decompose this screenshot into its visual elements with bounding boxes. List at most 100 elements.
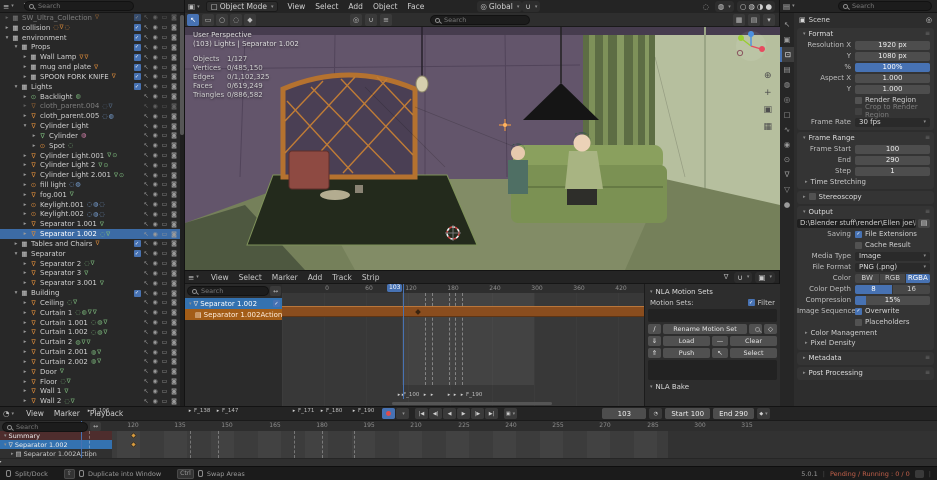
- disclosure-icon[interactable]: ▸: [21, 339, 29, 345]
- disclosure-icon[interactable]: ▸: [21, 261, 29, 267]
- disclosure-icon[interactable]: ▸: [21, 182, 29, 188]
- frame-start-field[interactable]: Start 100: [665, 408, 710, 419]
- pick-icon[interactable]: ↖: [712, 348, 728, 358]
- marker-icon[interactable]: ▸: [217, 408, 220, 414]
- disclosure-icon[interactable]: ▸: [21, 202, 29, 208]
- outliner-scrollbar[interactable]: [180, 13, 184, 406]
- outliner-row[interactable]: ▸ ⊙ Keylight.001 ◌◍◌ ✓ ↖ ◉ ▭ ◙: [0, 200, 181, 210]
- nla-search-input[interactable]: [201, 287, 266, 295]
- disclosure-icon[interactable]: ▸: [21, 320, 29, 326]
- resolution-y-field[interactable]: 1080 px: [855, 52, 930, 61]
- jobs-icon[interactable]: [915, 470, 924, 478]
- properties-tab[interactable]: ◍: [780, 77, 794, 92]
- channel-resize-handle[interactable]: ↔: [270, 286, 281, 296]
- aspect-x-field[interactable]: 1.000: [855, 74, 930, 83]
- disclosure-icon[interactable]: ▸: [30, 143, 38, 149]
- outliner-row[interactable]: ▸ ∇ Curtain 2.001 ◍∇ ✓ ↖ ◉ ▭ ◙: [0, 347, 181, 357]
- disclosure-icon[interactable]: ▸: [21, 211, 29, 217]
- color-bw-option[interactable]: BW: [855, 274, 879, 283]
- properties-tab[interactable]: ⊙: [780, 152, 794, 167]
- disclosure-icon[interactable]: ▸: [21, 231, 29, 237]
- outliner-row[interactable]: ▸ ∇ Curtain 2 ◍∇∇ ✓ ↖ ◉ ▭ ◙: [0, 337, 181, 347]
- visibility-toggles[interactable]: ↖ ◉ ▭ ◙: [144, 368, 181, 375]
- visibility-toggles[interactable]: ↖ ◉ ▭ ◙: [144, 73, 181, 80]
- resolution-scale-slider[interactable]: 100%: [855, 63, 930, 72]
- placeholders-checkbox[interactable]: [855, 319, 862, 326]
- rename-motion-set-button[interactable]: Rename Motion Set: [663, 324, 747, 334]
- current-frame-field[interactable]: 103: [602, 408, 646, 419]
- visibility-toggles[interactable]: ↖ ◉ ▭ ◙: [144, 221, 181, 228]
- frame-end-field[interactable]: End 290: [713, 408, 754, 419]
- visibility-toggles[interactable]: ↖ ◉ ▭ ◙: [144, 64, 181, 71]
- outliner-row[interactable]: ▸ ∇ Floor ◌∇ ✓ ↖ ◉ ▭ ◙: [0, 377, 181, 387]
- panel-format-header[interactable]: ▾ Format ≡: [797, 28, 934, 39]
- disclosure-icon[interactable]: ▸: [21, 113, 29, 119]
- outliner-row[interactable]: ▸ ∇ cloth_parent.005 ◌◍ ✓ ↖ ◉ ▭ ◙: [0, 111, 181, 121]
- disclosure-icon[interactable]: ▸: [21, 388, 29, 394]
- file-extensions-checkbox[interactable]: ✓: [855, 231, 862, 238]
- snap-toggle[interactable]: ∪ ▾: [522, 1, 540, 12]
- transport-button[interactable]: |▶: [471, 408, 484, 419]
- visibility-toggles[interactable]: ↖ ◉ ▭ ◙: [144, 299, 181, 306]
- media-type-dropdown[interactable]: Image ▾: [855, 252, 930, 261]
- transport-button[interactable]: ◀: [443, 408, 456, 419]
- visibility-toggles[interactable]: ↖ ◉ ▭ ◙: [144, 44, 181, 51]
- color-rgb-option[interactable]: RGB: [880, 274, 904, 283]
- snap-options-button[interactable]: ∪: [365, 14, 377, 26]
- rendered-shading-icon[interactable]: ●: [765, 2, 772, 11]
- marker-icon[interactable]: ▸: [88, 408, 91, 414]
- disclosure-icon[interactable]: ▸: [3, 15, 11, 21]
- visibility-toggles[interactable]: ↖ ◉ ▭ ◙: [144, 231, 181, 238]
- outliner-row[interactable]: ▸ ∇ Door ∇ ✓ ↖ ◉ ▭ ◙: [0, 367, 181, 377]
- track-mute-checkbox[interactable]: ✓: [273, 300, 280, 307]
- keying-options-dropdown[interactable]: ◆▾: [757, 408, 770, 419]
- properties-tab[interactable]: ↖: [780, 17, 794, 32]
- properties-tab[interactable]: ▽: [780, 182, 794, 197]
- rename-icon-button[interactable]: ∕: [648, 324, 661, 334]
- viewport-menu-item[interactable]: Face: [402, 2, 429, 11]
- visibility-toggles[interactable]: ↖ ◉ ▭ ◙: [144, 181, 181, 188]
- visibility-toggles[interactable]: ↖ ◉ ▭ ◙: [144, 398, 181, 405]
- solid-shading-icon[interactable]: ◍: [748, 2, 755, 11]
- marker-icon[interactable]: ▸: [424, 392, 427, 398]
- outliner-row[interactable]: ▸ ∇ Ceiling ◌∇ ✓ ↖ ◉ ▭ ◙: [0, 298, 181, 308]
- visibility-toggles[interactable]: ↖ ◉ ▭ ◙: [144, 83, 181, 90]
- select-box-tool-button[interactable]: ▭: [202, 14, 214, 26]
- nla-menu-item[interactable]: Marker: [267, 273, 303, 282]
- visibility-toggles[interactable]: ↖ ◉ ▭ ◙: [144, 290, 181, 297]
- marker-icon[interactable]: ▸: [448, 392, 451, 398]
- collection-checkbox[interactable]: ✓: [134, 34, 141, 41]
- outliner-row[interactable]: ▸ ▦ Tables and Chairs ∇ ✓ ↖ ◉ ▭ ◙: [0, 239, 181, 249]
- depth-8-option[interactable]: 8: [855, 285, 892, 294]
- pin-icon[interactable]: ◎: [926, 16, 932, 24]
- crop-region-checkbox[interactable]: [855, 108, 862, 115]
- disclosure-icon[interactable]: ▸: [21, 103, 29, 109]
- timeline-editor-type-button[interactable]: ◔ ▾: [0, 409, 17, 418]
- gizmo-toggle-button[interactable]: ◎: [350, 14, 362, 26]
- nla-editor-type-button[interactable]: ≡ ▾: [185, 273, 202, 282]
- remove-button[interactable]: —: [712, 336, 728, 346]
- collection-checkbox[interactable]: ✓: [134, 83, 141, 90]
- disclosure-icon[interactable]: ▸: [21, 64, 29, 70]
- action-channel[interactable]: ▸ ▤ Separator 1.002Action: [0, 449, 112, 458]
- outliner-row[interactable]: ▸ ∇ Wall 2 ◌∇ ✓ ↖ ◉ ▭ ◙: [0, 396, 181, 406]
- visibility-toggles[interactable]: ↖ ◉ ▭ ◙: [144, 309, 181, 316]
- collection-checkbox[interactable]: ✓: [134, 73, 141, 80]
- collection-checkbox[interactable]: ✓: [134, 250, 141, 257]
- dopesheet-search-input[interactable]: [16, 423, 85, 431]
- disclosure-icon[interactable]: ▸: [21, 221, 29, 227]
- outliner-row[interactable]: ▾ ∇ Cylinder Light ✓ ↖ ◉ ▭ ◙: [0, 121, 181, 131]
- compression-slider[interactable]: 15%: [855, 296, 930, 305]
- visibility-toggles[interactable]: ↖ ◉ ▭ ◙: [144, 349, 181, 356]
- visibility-toggles[interactable]: ↖ ◉ ▭ ◙: [144, 280, 181, 287]
- visibility-toggles[interactable]: ↖ ◉ ▭ ◙: [144, 93, 181, 100]
- properties-tab[interactable]: ∿: [780, 122, 794, 137]
- aspect-y-field[interactable]: 1.000: [855, 85, 930, 94]
- select-tool-button[interactable]: ↖: [187, 14, 199, 26]
- outliner-editor-type-button[interactable]: ≡ ▾: [0, 2, 17, 11]
- select-circle-tool-button[interactable]: ○: [216, 14, 228, 26]
- panel-output-header[interactable]: ▾Output ≡: [797, 206, 934, 217]
- marker-icon[interactable]: ▸: [293, 408, 296, 414]
- clear-button[interactable]: Clear: [730, 336, 777, 346]
- mode-dropdown[interactable]: ▢ Object Mode ▾: [206, 1, 279, 12]
